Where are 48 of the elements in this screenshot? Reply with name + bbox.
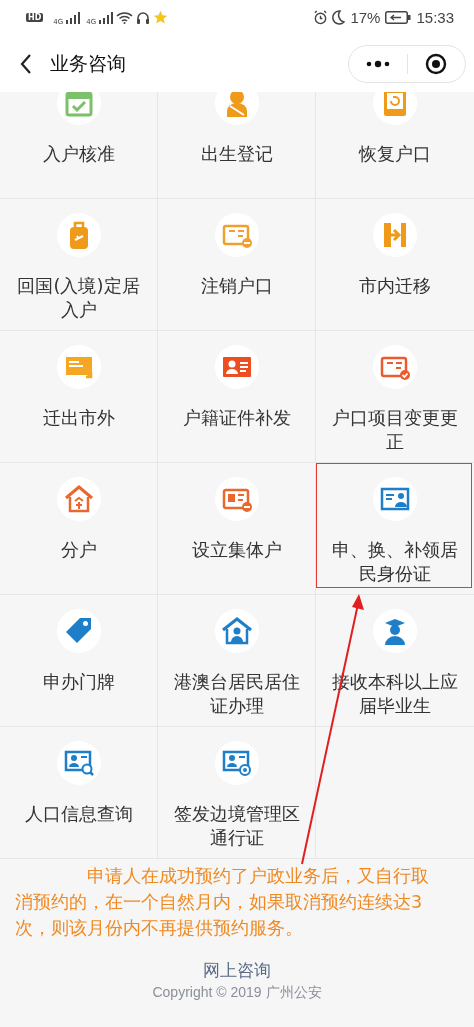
tile-label: 迁出市外 [41, 406, 116, 430]
wifi-icon [116, 11, 134, 24]
service-tile[interactable]: 申、换、补领居民身份证 [316, 463, 474, 595]
service-tile[interactable]: 注销户口 [158, 199, 316, 331]
service-tile[interactable]: 户籍证件补发 [158, 331, 316, 463]
tile-label: 申办门牌 [41, 670, 116, 694]
service-tile[interactable]: 人口信息查询 [0, 727, 158, 859]
more-icon [365, 59, 390, 68]
service-tile[interactable]: 恢复户口 [316, 92, 474, 199]
signal-icon [99, 11, 114, 24]
service-tile[interactable]: 港澳台居民居住证办理 [158, 595, 316, 727]
tile-label: 注销户口 [199, 274, 274, 298]
service-tile[interactable]: 迁出市外 [0, 331, 158, 463]
signal-icon [66, 11, 81, 24]
chevron-left-icon [20, 53, 32, 74]
service-tile[interactable]: 签发边境管理区通行证 [158, 727, 316, 859]
clock-time: 15:33 [416, 9, 454, 26]
battery-icon [385, 11, 412, 24]
tile-label: 设立集体户 [190, 538, 283, 562]
tile-label: 分户 [59, 538, 98, 562]
tile-label: 户口项目变更更正 [331, 406, 459, 454]
service-tile[interactable]: 分户 [0, 463, 158, 595]
tile-label: 入户核准 [41, 142, 116, 166]
consult-link[interactable]: 网上咨询 [203, 959, 271, 982]
tile-label: 恢复户口 [357, 142, 432, 166]
battery-percent: 17% [350, 9, 381, 26]
hd-badge: HD [26, 13, 44, 22]
notice-text: 申请人在成功预约了户政业务后，又自行取消预约的，在一个自然月内，如果取消预约连续达3次，则该月份内不再提供预约服务。 [14, 865, 430, 940]
tile-label: 港澳台居民居住证办理 [172, 670, 301, 718]
service-tile[interactable]: 入户核准 [0, 92, 158, 199]
alarm-icon [313, 10, 329, 25]
star-icon [153, 10, 169, 25]
tile-label: 市内迁移 [358, 274, 432, 298]
tile-label: 出生登记 [199, 142, 274, 166]
service-tile[interactable]: 申办门牌 [0, 595, 158, 727]
moon-icon [331, 10, 346, 25]
headset-icon [136, 10, 151, 25]
copyright-text: Copyright © 2019 广州公安 [152, 984, 322, 1002]
service-tile[interactable]: 回国(入境)定居入户 [0, 199, 158, 331]
tile-label: 回国(入境)定居入户 [16, 274, 141, 322]
service-tile[interactable]: 设立集体户 [158, 463, 316, 595]
service-tile[interactable]: 出生登记 [158, 92, 316, 199]
page-title: 业务咨询 [50, 50, 127, 76]
tile-label: 户籍证件补发 [181, 406, 292, 430]
target-icon [425, 52, 448, 75]
tile-label: 人口信息查询 [23, 802, 134, 826]
tile-label: 申、换、补领居民身份证 [331, 538, 459, 586]
tile-label: 签发边境管理区通行证 [172, 802, 301, 850]
